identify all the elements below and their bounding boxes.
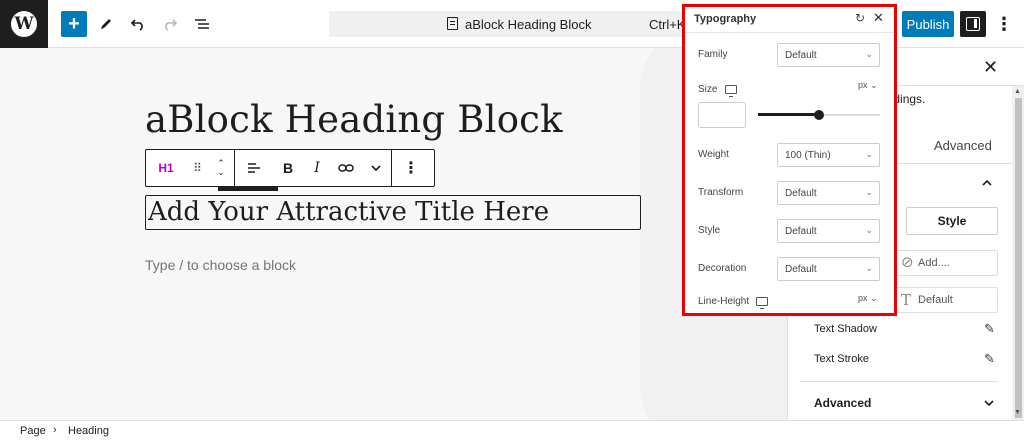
section-divider xyxy=(800,381,998,382)
line-height-unit-select[interactable]: px ⌄ xyxy=(858,293,878,304)
chevron-down-icon xyxy=(371,165,381,171)
breadcrumb-chevron-icon: › xyxy=(53,424,57,436)
heading-level-button[interactable]: H1 xyxy=(146,150,186,186)
settings-toggle-button[interactable] xyxy=(960,11,986,37)
family-select[interactable]: Default ⌄ xyxy=(777,43,880,67)
font-field-value: Default xyxy=(918,294,953,306)
align-left-icon xyxy=(248,163,260,173)
sidebar-scrollbar-thumb[interactable] xyxy=(1015,98,1022,418)
document-icon xyxy=(447,17,458,30)
options-menu-button[interactable]: ⋮ xyxy=(994,11,1014,37)
line-height-unit-value: px xyxy=(858,293,868,303)
typography-title: Typography xyxy=(694,13,757,25)
family-value: Default xyxy=(785,50,817,61)
transform-select[interactable]: Default ⌄ xyxy=(777,181,880,205)
close-icon[interactable]: ✕ xyxy=(873,10,884,26)
wordpress-logo-icon: W xyxy=(11,11,37,37)
undo-button[interactable] xyxy=(126,11,150,37)
heading-title-field[interactable]: Add Your Attractive Title Here xyxy=(145,195,641,230)
decoration-select[interactable]: Default ⌄ xyxy=(777,257,880,281)
weight-value: 100 (Thin) xyxy=(785,150,831,161)
chevron-down-icon: ⌄ xyxy=(865,263,873,273)
block-mover: ⌃ ⌄ xyxy=(208,150,234,186)
style-label: Style xyxy=(698,225,721,236)
document-title: aBlock Heading Block xyxy=(465,17,592,32)
italic-button[interactable]: I xyxy=(303,150,331,186)
breadcrumb-page[interactable]: Page xyxy=(20,425,46,437)
pencil-icon xyxy=(101,19,111,29)
transform-value: Default xyxy=(785,188,817,199)
close-sidebar-icon[interactable]: ✕ xyxy=(983,57,998,78)
block-appender-placeholder[interactable]: Type / to choose a block xyxy=(145,257,296,273)
style-select[interactable]: Default ⌄ xyxy=(777,219,880,243)
text-type-icon: T xyxy=(901,291,912,309)
family-label: Family xyxy=(698,49,728,60)
size-label: Size xyxy=(698,84,718,95)
chevron-down-icon[interactable] xyxy=(984,394,994,409)
add-field-placeholder: Add.... xyxy=(918,257,950,269)
tab-advanced[interactable]: Advanced xyxy=(934,138,992,153)
align-button[interactable] xyxy=(235,150,273,186)
bold-button[interactable]: B xyxy=(273,150,303,186)
chevron-down-icon: ⌄ xyxy=(865,49,873,59)
style-button[interactable]: Style xyxy=(906,207,998,235)
size-number-input[interactable] xyxy=(698,102,746,128)
redo-button[interactable] xyxy=(158,11,182,37)
block-breadcrumb-bar: Page › Heading xyxy=(0,420,1024,440)
weight-select[interactable]: 100 (Thin) ⌄ xyxy=(777,143,880,167)
weight-label: Weight xyxy=(698,149,729,160)
typography-popover: Typography ↻ ✕ Family Default ⌄ Size px … xyxy=(682,4,897,316)
list-view-icon xyxy=(195,19,209,29)
scroll-down-arrow-icon[interactable]: ▼ xyxy=(1014,409,1021,416)
more-formats-button[interactable] xyxy=(361,150,391,186)
link-icon xyxy=(338,164,354,172)
advanced-section-toggle[interactable]: Advanced xyxy=(814,396,871,410)
chevron-down-icon: ⌄ xyxy=(865,187,873,197)
block-toolbar: H1 ⠿ ⌃ ⌄ B I ⋮ xyxy=(145,149,435,187)
style-value: Default xyxy=(785,226,817,237)
text-shadow-label: Text Shadow xyxy=(814,323,877,335)
reset-icon[interactable]: ↻ xyxy=(855,11,865,25)
decoration-value: Default xyxy=(785,264,817,275)
edit-text-shadow-icon[interactable]: ✎ xyxy=(984,321,995,337)
no-selection-icon: ⊘ xyxy=(901,254,914,271)
size-slider[interactable] xyxy=(758,110,880,120)
breadcrumb-heading[interactable]: Heading xyxy=(68,425,109,437)
size-slider-handle[interactable] xyxy=(814,110,824,120)
transform-label: Transform xyxy=(698,187,744,198)
move-down-icon[interactable]: ⌄ xyxy=(217,168,225,177)
add-block-button[interactable]: + xyxy=(61,11,87,37)
chevron-down-icon: ⌄ xyxy=(865,225,873,235)
command-shortcut: Ctrl+K xyxy=(649,17,686,32)
redo-icon xyxy=(165,19,178,31)
size-slider-fill xyxy=(758,113,819,116)
typography-header: Typography ↻ ✕ xyxy=(685,7,894,33)
drag-handle-icon[interactable]: ⠿ xyxy=(186,150,208,186)
chevron-down-icon: ⌄ xyxy=(865,149,873,159)
sidebar-panel-icon xyxy=(966,17,980,31)
block-options-button[interactable]: ⋮ xyxy=(392,150,430,186)
link-button[interactable] xyxy=(331,150,361,186)
scroll-up-arrow-icon[interactable]: ▲ xyxy=(1014,88,1021,95)
edit-text-stroke-icon[interactable]: ✎ xyxy=(984,351,995,367)
publish-button[interactable]: Publish xyxy=(902,11,954,37)
text-stroke-label: Text Stroke xyxy=(814,353,870,365)
line-height-label: Line-Height xyxy=(698,296,750,307)
monitor-icon[interactable] xyxy=(756,297,768,309)
size-unit-value: px xyxy=(858,80,868,90)
font-field[interactable]: T Default xyxy=(896,287,998,313)
wordpress-logo-button[interactable]: W xyxy=(0,0,48,48)
decoration-label: Decoration xyxy=(698,263,747,274)
editor-canvas[interactable]: aBlock Heading Block H1 ⠿ ⌃ ⌄ B I ⋮ Add … xyxy=(0,48,787,420)
command-palette-bar[interactable]: aBlock Heading Block Ctrl+K xyxy=(329,11,699,37)
chevron-up-icon[interactable] xyxy=(982,174,992,189)
page-heading[interactable]: aBlock Heading Block xyxy=(145,98,563,141)
edit-tools-button[interactable] xyxy=(94,11,118,37)
size-unit-select[interactable]: px ⌄ xyxy=(858,80,878,91)
add-field[interactable]: ⊘ Add.... xyxy=(896,250,998,276)
monitor-icon[interactable] xyxy=(725,85,737,97)
document-overview-button[interactable] xyxy=(190,11,214,37)
toolbar-active-indicator xyxy=(218,187,278,191)
undo-icon xyxy=(130,19,143,31)
